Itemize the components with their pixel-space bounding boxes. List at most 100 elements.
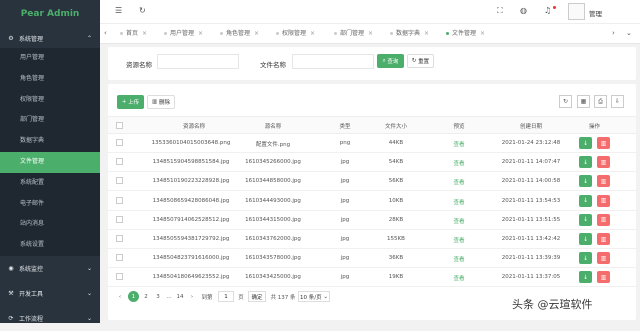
table-row[interactable]: 1348505594381729792.jpg 1610343762000.jpg… <box>108 230 636 249</box>
close-icon[interactable]: × <box>480 30 485 37</box>
row-checkbox[interactable] <box>116 235 123 242</box>
refresh-table-button[interactable]: ↻ <box>559 95 572 108</box>
sidebar-item-dictionary[interactable]: 数据字典 <box>0 131 100 152</box>
username[interactable]: 管理 <box>589 8 602 18</box>
fullscreen-icon[interactable]: ⛶ <box>497 6 503 16</box>
columns-button[interactable]: ▦ <box>577 95 590 108</box>
menu-group-system[interactable]: ⚙ 系统管理 ⌃ <box>0 28 100 48</box>
download-button[interactable]: ↓ <box>579 213 592 226</box>
delete-row-button[interactable]: ▥ <box>597 175 610 188</box>
tab-files[interactable]: 文件管理 × <box>446 24 485 44</box>
table-row[interactable]: 1348510190223228928.jpg 1610344858000.jpg… <box>108 172 636 192</box>
select-all-checkbox[interactable] <box>116 122 123 129</box>
close-icon[interactable]: × <box>198 30 203 37</box>
page-14[interactable]: 14 <box>174 291 186 302</box>
column-header[interactable]: 创建日期 <box>491 122 571 130</box>
query-button[interactable]: ⌕ 查询 <box>377 54 404 68</box>
sidebar-item-roles[interactable]: 角色管理 <box>0 69 100 90</box>
export-button[interactable]: ⇩ <box>611 95 624 108</box>
table-row[interactable]: 1348515904598851584.jpg 1610345266000.jpg… <box>108 153 636 173</box>
page-3[interactable]: 3 <box>154 291 162 302</box>
sidebar-item-users[interactable]: 用户管理 <box>0 48 100 69</box>
page-1[interactable]: 1 <box>128 291 139 302</box>
tab-dictionary[interactable]: 数据字典 × <box>390 24 429 44</box>
tab-next-icon[interactable]: › <box>612 29 615 37</box>
row-checkbox[interactable] <box>116 215 123 223</box>
column-header[interactable]: 源名称 <box>218 122 328 130</box>
delete-row-button[interactable]: ▥ <box>597 271 610 284</box>
preview-link[interactable]: 查看 <box>444 274 474 282</box>
menu-group-workflow[interactable]: ⟳ 工作流程 ⌄ <box>0 306 100 331</box>
preview-link[interactable]: 查看 <box>444 236 474 244</box>
goto-confirm-button[interactable]: 确定 <box>248 291 266 302</box>
preview-link[interactable]: 查看 <box>444 217 474 225</box>
bell-icon[interactable]: ♫ <box>544 6 551 15</box>
next-page-icon[interactable]: › <box>188 291 196 302</box>
delete-row-button[interactable]: ▥ <box>597 137 610 149</box>
upload-button[interactable]: + 上传 <box>117 95 144 109</box>
download-button[interactable]: ↓ <box>579 137 592 149</box>
globe-icon[interactable]: ◍ <box>520 6 527 15</box>
table-row[interactable]: 1348504823791616000.jpg 1610343578000.jpg… <box>108 249 636 269</box>
close-icon[interactable]: × <box>368 30 373 37</box>
close-icon[interactable]: × <box>424 30 429 37</box>
preview-link[interactable]: 查看 <box>444 255 474 263</box>
row-checkbox[interactable] <box>116 273 123 281</box>
prev-page-icon[interactable]: ‹ <box>116 291 124 302</box>
sidebar-item-settings[interactable]: 系统设置 <box>0 235 100 256</box>
download-button[interactable]: ↓ <box>579 194 592 207</box>
page-size-select[interactable]: 10 条/页 ⌄ <box>298 291 330 302</box>
delete-row-button[interactable]: ▥ <box>597 156 610 169</box>
sidebar-item-email[interactable]: 电子邮件 <box>0 194 100 215</box>
menu-group-devtools[interactable]: ⚒ 开发工具 ⌄ <box>0 281 100 306</box>
file-name-input[interactable] <box>292 54 374 69</box>
sidebar-item-messages[interactable]: 站内消息 <box>0 214 100 235</box>
close-icon[interactable]: × <box>310 30 315 37</box>
table-row[interactable]: 1353360104015003648.png 配置文件.png png 44KB 查看… <box>108 134 636 153</box>
download-button[interactable]: ↓ <box>579 271 592 284</box>
row-checkbox[interactable] <box>116 158 123 166</box>
sidebar-item-config[interactable]: 系统配置 <box>0 173 100 194</box>
delete-row-button[interactable]: ▥ <box>597 194 610 207</box>
download-button[interactable]: ↓ <box>579 175 592 188</box>
preview-link[interactable]: 查看 <box>444 198 474 206</box>
table-row[interactable]: 1348504180649623552.jpg 1610343425000.jpg… <box>108 268 636 288</box>
close-icon[interactable]: × <box>254 30 259 37</box>
column-header[interactable]: 文件大小 <box>376 122 416 130</box>
reset-button[interactable]: ↻ 重置 <box>407 54 434 68</box>
tab-permissions[interactable]: 权限管理 × <box>276 24 315 44</box>
delete-row-button[interactable]: ▥ <box>597 252 610 265</box>
tab-departments[interactable]: 部门管理 × <box>334 24 373 44</box>
download-button[interactable]: ↓ <box>579 233 592 245</box>
row-checkbox[interactable] <box>116 196 123 204</box>
column-header[interactable]: 预览 <box>444 122 474 130</box>
delete-row-button[interactable]: ▥ <box>597 213 610 226</box>
tab-home[interactable]: 首页 × <box>120 24 147 44</box>
table-row[interactable]: 1348507914062528512.jpg 1610344315000.jpg… <box>108 211 636 230</box>
close-icon[interactable]: × <box>142 30 147 37</box>
preview-link[interactable]: 查看 <box>444 159 474 167</box>
app-logo[interactable]: Pear Admin <box>0 0 100 28</box>
preview-link[interactable]: 查看 <box>444 140 474 148</box>
refresh-icon[interactable]: ↻ <box>139 6 146 15</box>
delete-button[interactable]: ▥ 删除 <box>147 95 175 109</box>
tab-users[interactable]: 用户管理 × <box>164 24 203 44</box>
resource-name-input[interactable] <box>157 54 239 69</box>
preview-link[interactable]: 查看 <box>444 178 474 186</box>
sidebar-item-permissions[interactable]: 权限管理 <box>0 90 100 111</box>
goto-page-input[interactable]: 1 <box>218 291 234 302</box>
print-button[interactable]: ⎙ <box>594 95 607 108</box>
row-checkbox[interactable] <box>116 139 123 146</box>
menu-toggle-icon[interactable]: ☰ <box>115 6 122 15</box>
tab-prev-icon[interactable]: ‹ <box>104 29 107 37</box>
download-button[interactable]: ↓ <box>579 156 592 169</box>
page-2[interactable]: 2 <box>142 291 150 302</box>
column-header[interactable]: 类型 <box>330 122 360 130</box>
row-checkbox[interactable] <box>116 254 123 262</box>
table-row[interactable]: 1348508659428086048.jpg 1610344493000.jpg… <box>108 192 636 211</box>
tab-menu-icon[interactable]: ⌄ <box>626 29 632 37</box>
tab-roles[interactable]: 角色管理 × <box>220 24 259 44</box>
avatar[interactable] <box>568 3 585 20</box>
menu-group-monitor[interactable]: ◉ 系统监控 ⌄ <box>0 256 100 281</box>
sidebar-item-files[interactable]: 文件管理 <box>0 151 100 173</box>
